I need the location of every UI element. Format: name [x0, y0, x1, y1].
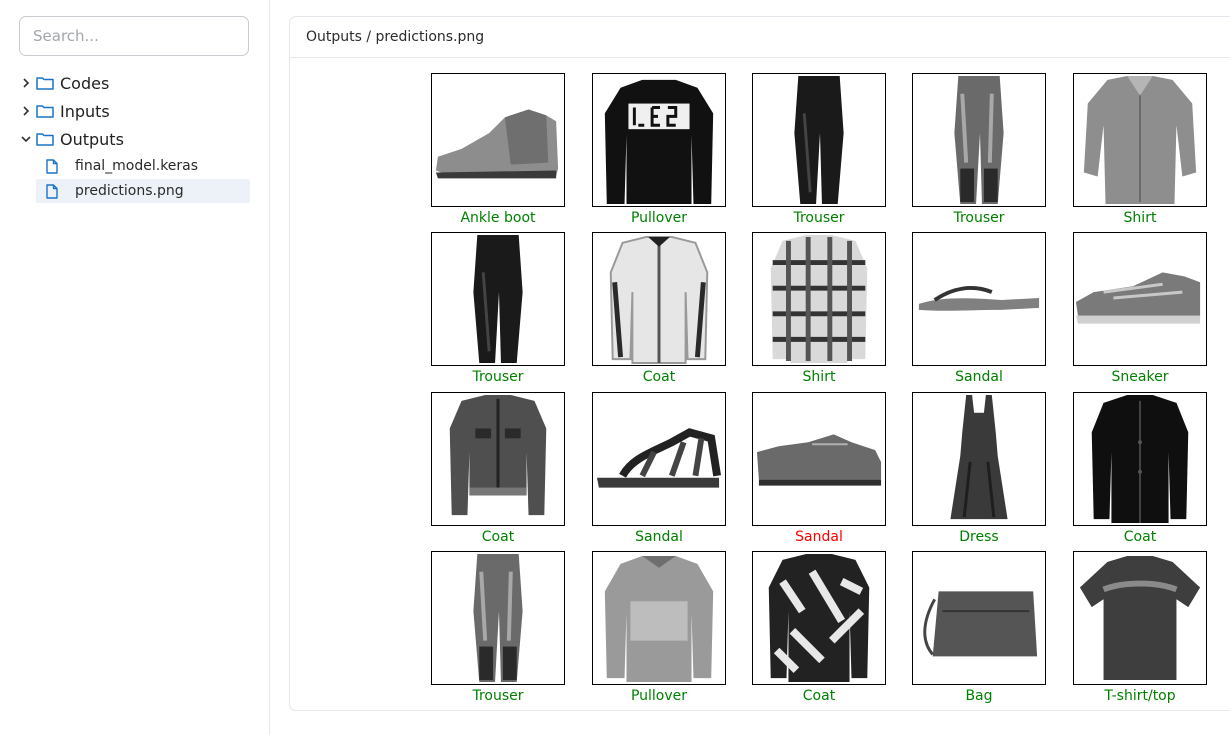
clothing-image — [912, 551, 1046, 685]
prediction-label: Sneaker — [1111, 369, 1169, 385]
breadcrumb: Outputs / predictions.png — [290, 17, 1230, 58]
prediction-cell: Trouser — [431, 551, 565, 706]
clothing-image — [592, 392, 726, 526]
folder-open-icon — [36, 132, 54, 146]
chevron-right-icon[interactable] — [19, 76, 33, 90]
prediction-label: Sandal — [955, 369, 1003, 385]
prediction-cell: Trouser — [431, 232, 565, 387]
clothing-image — [1073, 392, 1207, 526]
folder-outputs[interactable]: Outputs — [19, 125, 250, 153]
prediction-cell: Shirt — [1073, 73, 1207, 228]
prediction-cell: Shirt — [752, 232, 886, 387]
clothing-image — [752, 232, 886, 366]
prediction-label: Pullover — [630, 210, 688, 226]
prediction-cell: Dress — [912, 392, 1046, 547]
prediction-cell: Sandal — [912, 232, 1046, 387]
clothing-image — [431, 73, 565, 207]
prediction-cell: Sandal — [592, 392, 726, 547]
prediction-cell: Pullover — [592, 73, 726, 228]
prediction-cell: Coat — [1073, 392, 1207, 547]
clothing-image — [1073, 551, 1207, 685]
prediction-cell: Coat — [592, 232, 726, 387]
chevron-right-icon[interactable] — [19, 104, 33, 118]
folder-icon — [36, 104, 54, 118]
file-final-model[interactable]: final_model.keras — [36, 154, 250, 178]
prediction-cell: Trouser — [752, 73, 886, 228]
file-label: predictions.png — [75, 183, 184, 199]
file-icon — [46, 183, 58, 199]
prediction-cell: Sneaker — [1073, 232, 1207, 387]
clothing-image — [1073, 232, 1207, 366]
prediction-label: Trouser — [472, 369, 524, 385]
prediction-label: Trouser — [953, 210, 1005, 226]
file-preview-panel: Outputs / predictions.png Ankle boot Pull… — [289, 16, 1230, 711]
prediction-label: Coat — [1123, 529, 1157, 545]
predictions-image: Ankle boot Pullover Trouser Trouser Shirt Tro… — [290, 58, 1230, 710]
prediction-label: Sandal — [795, 529, 843, 545]
clothing-image — [912, 392, 1046, 526]
prediction-cell: Coat — [752, 551, 886, 706]
clothing-image — [752, 392, 886, 526]
file-predictions[interactable]: predictions.png — [36, 179, 250, 203]
folder-label: Outputs — [60, 129, 124, 149]
prediction-label: T-shirt/top — [1104, 688, 1176, 704]
prediction-label: Sandal — [635, 529, 683, 545]
folder-codes[interactable]: Codes — [19, 69, 250, 97]
search-input[interactable] — [19, 16, 249, 56]
clothing-image — [752, 73, 886, 207]
clothing-image — [592, 232, 726, 366]
prediction-label: Shirt — [1123, 210, 1157, 226]
clothing-image — [1073, 73, 1207, 207]
folder-label: Codes — [60, 73, 110, 93]
file-tree: Codes Inputs Outputs final_model.keras p… — [19, 69, 250, 203]
prediction-label: Bag — [965, 688, 993, 704]
prediction-label: Coat — [481, 529, 515, 545]
prediction-label: Dress — [959, 529, 999, 545]
file-label: final_model.keras — [75, 158, 199, 174]
clothing-image — [592, 551, 726, 685]
prediction-label: Pullover — [630, 688, 688, 704]
folder-icon — [36, 76, 54, 90]
prediction-cell: Trouser — [912, 73, 1046, 228]
chevron-down-icon[interactable] — [19, 132, 33, 146]
file-sidebar: Codes Inputs Outputs final_model.kera — [0, 0, 270, 735]
prediction-cell: T-shirt/top — [1073, 551, 1207, 706]
clothing-image — [431, 392, 565, 526]
prediction-label: Trouser — [472, 688, 524, 704]
clothing-image — [431, 232, 565, 366]
prediction-cell: Sandal — [752, 392, 886, 547]
folder-inputs[interactable]: Inputs — [19, 97, 250, 125]
prediction-cell: Pullover — [592, 551, 726, 706]
prediction-cell: Coat — [431, 392, 565, 547]
clothing-image — [592, 73, 726, 207]
prediction-label: Shirt — [802, 369, 836, 385]
clothing-image — [912, 232, 1046, 366]
clothing-image — [912, 73, 1046, 207]
prediction-label: Coat — [642, 369, 676, 385]
clothing-image — [431, 551, 565, 685]
prediction-label: Coat — [802, 688, 836, 704]
prediction-cell: Bag — [912, 551, 1046, 706]
clothing-image — [752, 551, 886, 685]
folder-label: Inputs — [60, 101, 110, 121]
file-icon — [46, 158, 58, 174]
prediction-label: Trouser — [793, 210, 845, 226]
prediction-label: Ankle boot — [460, 210, 536, 226]
prediction-cell: Ankle boot — [431, 73, 565, 228]
